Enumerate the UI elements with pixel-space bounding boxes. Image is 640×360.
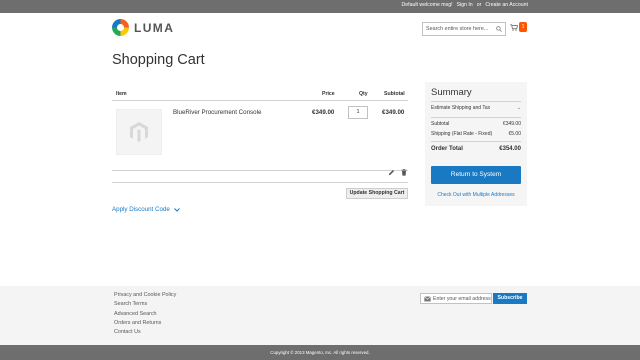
return-to-system-button[interactable]: Return to System (431, 166, 521, 184)
top-bar: Default welcome msg! Sign In or Create a… (0, 0, 640, 13)
create-account-link[interactable]: Create an Account (485, 2, 528, 8)
chevron-down-icon: ⌄ (516, 105, 521, 111)
apply-discount-toggle[interactable]: Apply Discount Code (112, 206, 180, 213)
search-placeholder: Search entire store here... (426, 26, 489, 32)
shipping-value: €5.00 (508, 131, 521, 137)
envelope-icon (424, 296, 431, 302)
pencil-icon[interactable] (388, 169, 395, 176)
newsletter-placeholder: Enter your email address (433, 296, 491, 302)
subtotal-label: Subtotal (431, 121, 450, 127)
footer-links: Privacy and Cookie Policy Search Terms A… (114, 292, 176, 335)
shipping-row: Shipping (Flat Rate - Fixed) €5.00 (431, 131, 521, 137)
footer-link[interactable]: Contact Us (114, 329, 176, 335)
multiple-addresses-link[interactable]: Check Out with Multiple Addresses (425, 192, 527, 198)
page-title: Shopping Cart (112, 52, 205, 68)
qty-input[interactable]: 1 (348, 106, 368, 119)
summary-divider (431, 101, 521, 102)
estimate-shipping-label: Estimate Shipping and Tax (431, 105, 491, 111)
trash-icon[interactable] (401, 169, 407, 176)
update-cart-button[interactable]: Update Shopping Cart (346, 188, 408, 199)
cart-icon[interactable] (510, 24, 518, 31)
item-price: €349.00 (312, 109, 335, 116)
footer-link[interactable]: Advanced Search (114, 311, 176, 317)
apply-discount-label: Apply Discount Code (112, 206, 170, 213)
cart-item-row: BlueRiver Procurement Console €349.00 1 … (112, 101, 408, 171)
actions-divider (112, 182, 408, 183)
or-text: or (476, 2, 482, 8)
subscribe-button[interactable]: Subscribe (493, 293, 527, 304)
product-image[interactable] (116, 109, 162, 155)
order-total-value: €354.00 (499, 146, 521, 152)
footer: Privacy and Cookie Policy Search Terms A… (0, 286, 640, 345)
search-input[interactable]: Search entire store here... (422, 22, 506, 36)
summary-title: Summary (431, 87, 472, 98)
copyright-bar: Copyright © 2013 Magento, Inc. All right… (0, 345, 640, 360)
summary-divider (431, 141, 521, 142)
item-subtotal: €349.00 (382, 109, 405, 116)
column-item: Item (116, 91, 127, 97)
order-summary: Summary Estimate Shipping and Tax ⌄ Subt… (425, 82, 527, 206)
subtotal-row: Subtotal €349.00 (431, 121, 521, 127)
logo[interactable]: LUMA (112, 19, 174, 36)
cart-table-header: Item Price Qty Subtotal (112, 88, 408, 101)
cart-count-badge[interactable]: 1 (519, 22, 527, 32)
logo-mark-icon (112, 19, 129, 36)
footer-link[interactable]: Search Terms (114, 301, 176, 307)
magento-placeholder-icon (130, 122, 148, 142)
column-qty: Qty (359, 91, 368, 97)
column-subtotal: Subtotal (384, 91, 405, 97)
chevron-down-icon (173, 207, 180, 212)
search-icon[interactable] (496, 26, 502, 32)
summary-divider (431, 117, 521, 118)
subtotal-value: €349.00 (502, 121, 521, 127)
order-total-label: Order Total (431, 146, 463, 152)
sign-in-link[interactable]: Sign In (457, 2, 473, 8)
shipping-label: Shipping (Flat Rate - Fixed) (431, 131, 493, 137)
top-links: Default welcome msg! Sign In or Create a… (402, 2, 529, 8)
logo-text: LUMA (134, 20, 175, 35)
estimate-shipping-toggle[interactable]: Estimate Shipping and Tax ⌄ (431, 105, 521, 111)
column-price: Price (322, 91, 335, 97)
cart-table: Item Price Qty Subtotal BlueRiver Procur… (112, 88, 408, 199)
order-total-row: Order Total €354.00 (431, 146, 521, 152)
welcome-message: Default welcome msg! (401, 2, 453, 8)
footer-link[interactable]: Privacy and Cookie Policy (114, 292, 176, 298)
newsletter-email-input[interactable]: Enter your email address (420, 293, 492, 304)
footer-link[interactable]: Orders and Returns (114, 320, 176, 326)
product-name-link[interactable]: BlueRiver Procurement Console (173, 109, 261, 116)
